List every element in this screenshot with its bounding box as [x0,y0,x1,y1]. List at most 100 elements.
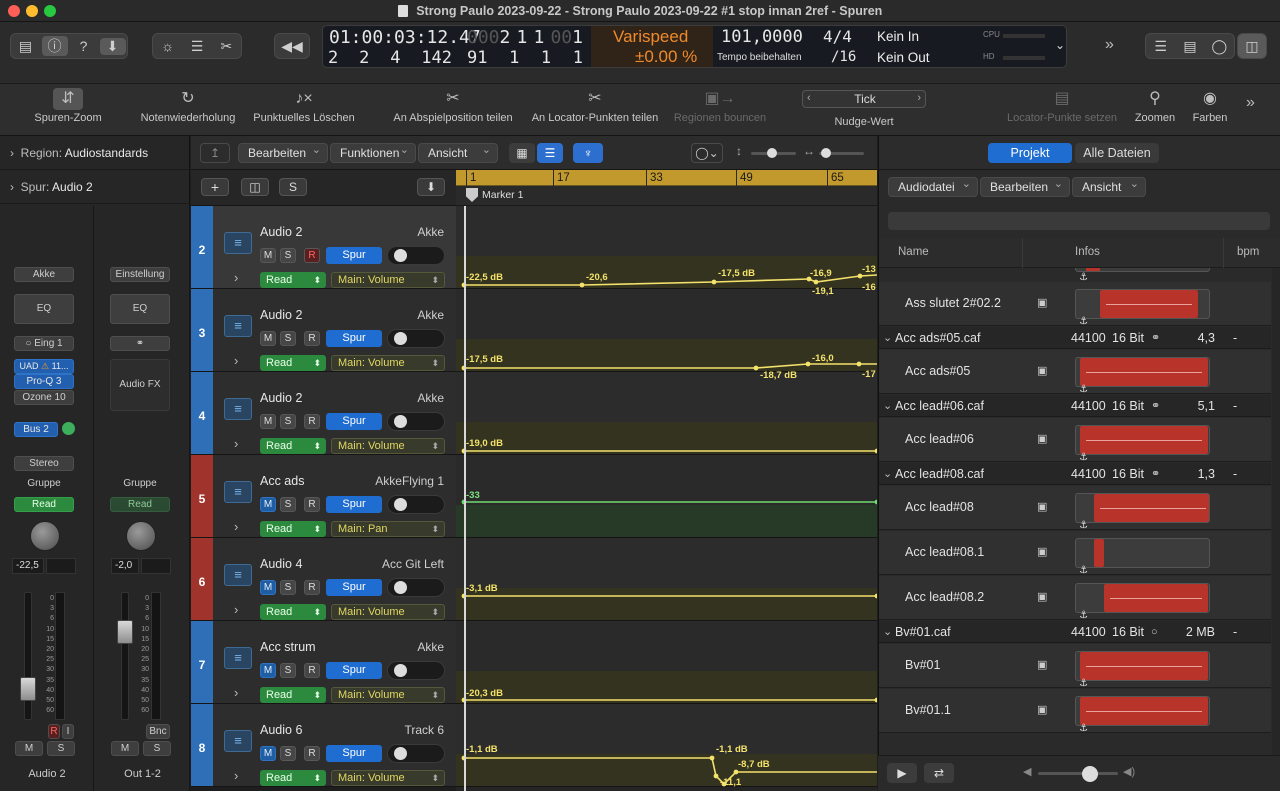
automation-node[interactable] [709,755,715,761]
track-header[interactable]: 6 ≡ Audio 4 Acc Git Left M S R Spur › Read ⬍ Main: … [191,538,456,621]
region-thumbnail[interactable] [1075,651,1210,681]
group-slot[interactable]: Gruppe [14,476,74,491]
track-record-button[interactable]: R [304,580,320,595]
automation-parameter-select[interactable]: Main: Volume ⬍ [331,272,445,288]
file-group-row[interactable]: ⌄Acc lead#06.caf4410016 Bit⚭5,1 MB- [879,395,1271,435]
track-on-toggle[interactable] [387,578,445,597]
track-mute-button[interactable]: M [260,580,276,595]
track-mute-button[interactable]: M [260,414,276,429]
eq-button[interactable]: EQ [14,294,74,324]
automation-node[interactable] [733,769,739,775]
track-mute-button[interactable]: M [260,746,276,761]
automation-line[interactable] [464,757,877,786]
track-name[interactable]: Audio 2 [260,225,302,239]
disclosure-icon[interactable]: › [234,436,238,451]
nudge-value-tool[interactable]: ‹ Tick › Nudge-Wert [800,84,928,136]
plugin-slot-uad[interactable]: UAD ⚠ 11... [14,359,74,374]
global-tracks-icon[interactable]: ⬇ [417,178,445,196]
track-region-button[interactable]: Spur [326,330,382,347]
tracks-area[interactable]: -22,5 dB -20,6 -17,5 dB -16,9 -19,1 -13 -16 -17… [456,206,877,791]
track-on-toggle[interactable] [387,412,445,431]
flex-mode-icon[interactable]: ♆ [573,143,603,163]
preview-speaker-icon[interactable]: ▶ [887,763,917,783]
track-solo-button[interactable]: S [280,746,296,761]
preview-volume-slider[interactable] [1038,766,1118,782]
region-thumbnail[interactable] [1075,696,1210,726]
browser-search-input[interactable] [888,212,1270,230]
region-row[interactable]: Acc lead#08 ▣ ⚓ [879,486,1271,531]
split-locators-tool[interactable]: ✂ An Locator-Punkten teilen [528,84,662,136]
inspector-icon[interactable]: ⓘ [41,36,68,56]
bounce-button[interactable]: Bnc [146,724,170,739]
record-enable-button[interactable]: R [48,724,60,739]
disclosure-icon[interactable]: › [234,353,238,368]
split-playhead-tool[interactable]: ✂ An Abspielposition teilen [390,84,516,136]
send-bus-2[interactable]: Bus 2 [14,422,58,437]
automation-node[interactable] [874,499,877,505]
loop-preview-icon[interactable]: ⇄ [924,763,954,783]
browser-view-menu[interactable]: Ansicht [1072,175,1146,197]
column-info[interactable]: Infos [1075,246,1100,258]
audio-fx-slot[interactable]: Audio FX [110,359,170,411]
track-record-button[interactable]: R [304,331,320,346]
set-locators-tool[interactable]: ▤ Locator-Punkte setzen [1002,84,1122,136]
marker-label[interactable]: Marker 1 [482,189,523,201]
automation-node[interactable] [579,282,585,288]
automation-parameter-select[interactable]: Main: Volume ⬍ [331,687,445,703]
output-fader-track[interactable] [121,592,129,720]
automation-mode-select[interactable]: Read ⬍ [260,355,326,371]
track-record-button[interactable]: R [304,663,320,678]
setting-button[interactable]: Akke [14,267,74,282]
view-menu[interactable]: Ansicht [418,141,498,163]
lock-icon[interactable]: ▣ [1037,296,1047,309]
track-name[interactable]: Audio 6 [260,723,302,737]
column-name[interactable]: Name [898,246,929,258]
track-record-button[interactable]: R [304,248,320,263]
file-group-row[interactable]: ⌄ Bv#01.caf 44100 16 Bit ○ 2 MB - [879,621,1271,643]
track-on-toggle[interactable] [387,329,445,348]
output-group-slot[interactable]: Gruppe [110,476,170,491]
track-header[interactable]: 3 ≡ Audio 2 Akke M S R Spur › Read ⬍ Main: Volume ⬍ [191,289,456,372]
snap-mode-icon[interactable]: ◯⌄ [691,143,723,163]
track-solo-button[interactable]: S [280,580,296,595]
lock-icon[interactable]: ▣ [1037,590,1047,603]
track-region-button[interactable]: Spur [326,662,382,679]
browser-edit-menu[interactable]: Bearbeiten [980,175,1070,197]
disclosure-icon[interactable]: › [234,602,238,617]
track-inspector-header[interactable]: › Spur: Audio 2 [0,170,190,204]
output-fader-handle[interactable] [117,620,133,644]
output-mute-button[interactable]: M [111,741,139,756]
automation-line[interactable] [464,363,877,369]
input-monitor-button[interactable]: I [62,724,74,739]
bar-ruler[interactable]: 1 17 33 49 65 [456,170,877,186]
marker-lane[interactable]: Marker 1 [456,186,877,206]
toolbar-icon[interactable]: ⬇ [99,37,126,55]
track-header[interactable]: 5 ≡ Acc ads AkkeFlying 1 M S R Spur › Read ⬍ Main: … [191,455,456,538]
track-region-button[interactable]: Spur [326,745,382,762]
automation-parameter-select[interactable]: Main: Volume ⬍ [331,355,445,371]
chevron-down-icon[interactable]: ⌄ [883,463,892,485]
horizontal-zoom-slider[interactable] [819,148,864,158]
grid-view-icon[interactable]: ▦ [509,143,535,163]
plugin-slot-ozone[interactable]: Ozone 10 [14,390,74,405]
automation-mode-select[interactable]: Read ⬍ [260,770,326,786]
disclosure-icon[interactable]: › [234,519,238,534]
output-eq-button[interactable]: EQ [110,294,170,324]
automation-node[interactable] [711,279,717,285]
track-zoom-tool[interactable]: ⇵ Spuren-Zoom [30,84,106,136]
region-thumbnail[interactable] [1075,357,1210,387]
track-region-button[interactable]: Spur [326,247,382,264]
add-track-button[interactable]: + [201,178,229,196]
region-thumbnail[interactable] [1075,538,1210,568]
tab-all-files[interactable]: Alle Dateien [1075,143,1159,163]
region-row[interactable]: Acc lead#08.2 ▣ ⚓ [879,576,1271,621]
tab-project[interactable]: Projekt [988,143,1072,163]
notepad-icon[interactable]: ▤ [1177,38,1203,55]
lock-icon[interactable]: ▣ [1037,364,1047,377]
track-header[interactable]: 7 ≡ Acc strum Akke M S R Spur › Read ⬍ Main: Volume… [191,621,456,704]
track-on-toggle[interactable] [387,661,445,680]
loop-browser-icon[interactable]: ◯ [1206,38,1232,55]
duplicate-track-icon[interactable]: ◫ [241,178,269,196]
lcd-signature[interactable]: 4/4 [823,27,852,46]
volume-fader-handle[interactable] [20,677,36,701]
